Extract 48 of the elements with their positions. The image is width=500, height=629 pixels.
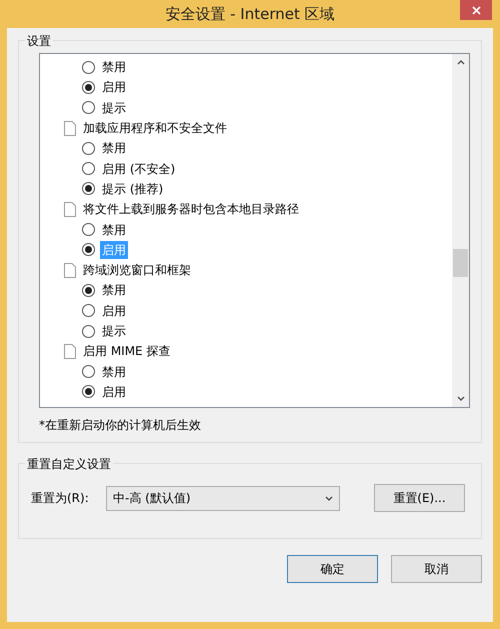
ok-button[interactable]: 确定 [287, 555, 378, 583]
radio-button[interactable] [82, 304, 95, 318]
reset-label: 重置为(R): [31, 490, 90, 507]
scrollbar[interactable] [452, 54, 469, 407]
radio-button[interactable] [82, 60, 95, 74]
reset-button[interactable]: 重置(E)... [374, 484, 465, 512]
option-label[interactable]: 启用 [100, 78, 128, 96]
radio-button[interactable] [82, 324, 95, 338]
radio-button[interactable] [82, 80, 95, 94]
group-label: 重置自定义设置 [25, 455, 113, 473]
cancel-button[interactable]: 取消 [391, 555, 482, 583]
option-label[interactable]: 禁用 [100, 362, 128, 381]
option-label[interactable]: 禁用 [100, 281, 128, 300]
option-label[interactable]: 提示 [100, 322, 128, 340]
option-label[interactable]: 禁用 [100, 58, 128, 76]
radio-button[interactable] [82, 284, 95, 297]
scroll-down-icon[interactable] [456, 396, 464, 401]
window-title: 安全设置 - Internet 区域 [165, 4, 335, 25]
option-label[interactable]: 提示 [100, 98, 128, 117]
scroll-up-icon[interactable] [456, 60, 464, 65]
radio-button[interactable] [82, 385, 95, 398]
option-label[interactable]: 启用 (不安全) [100, 160, 178, 178]
caret-icon [325, 496, 333, 500]
note-text: *在重新启动你的计算机后生效 [39, 417, 202, 434]
option-label[interactable]: 启用 [100, 302, 128, 320]
reset-level-select[interactable]: 中-高 (默认值) [106, 486, 340, 510]
option-label[interactable]: 禁用 [100, 139, 128, 158]
radio-button[interactable] [82, 223, 95, 236]
document-icon [64, 344, 76, 359]
radio-button[interactable] [82, 365, 95, 378]
option-label[interactable]: 禁用 [100, 220, 128, 239]
setting-name[interactable]: 将文件上载到服务器时包含本地目录路径 [81, 200, 301, 218]
document-icon [64, 202, 76, 217]
radio-button[interactable] [82, 162, 95, 176]
radio-button[interactable] [82, 142, 95, 155]
radio-button[interactable] [82, 101, 95, 114]
radio-button[interactable] [82, 243, 95, 256]
scroll-thumb[interactable] [453, 249, 468, 277]
close-button[interactable] [460, 0, 492, 20]
setting-name[interactable]: 启用 MIME 探查 [81, 342, 172, 360]
close-icon [472, 6, 480, 14]
setting-name[interactable]: 加载应用程序和不安全文件 [81, 119, 229, 138]
document-icon [64, 120, 76, 136]
option-label[interactable]: 启用 [100, 382, 128, 401]
setting-name[interactable]: 跨域浏览窗口和框架 [81, 261, 193, 280]
radio-button[interactable] [82, 182, 95, 196]
document-icon [64, 262, 76, 278]
option-label[interactable]: 提示 (推荐) [100, 180, 166, 198]
